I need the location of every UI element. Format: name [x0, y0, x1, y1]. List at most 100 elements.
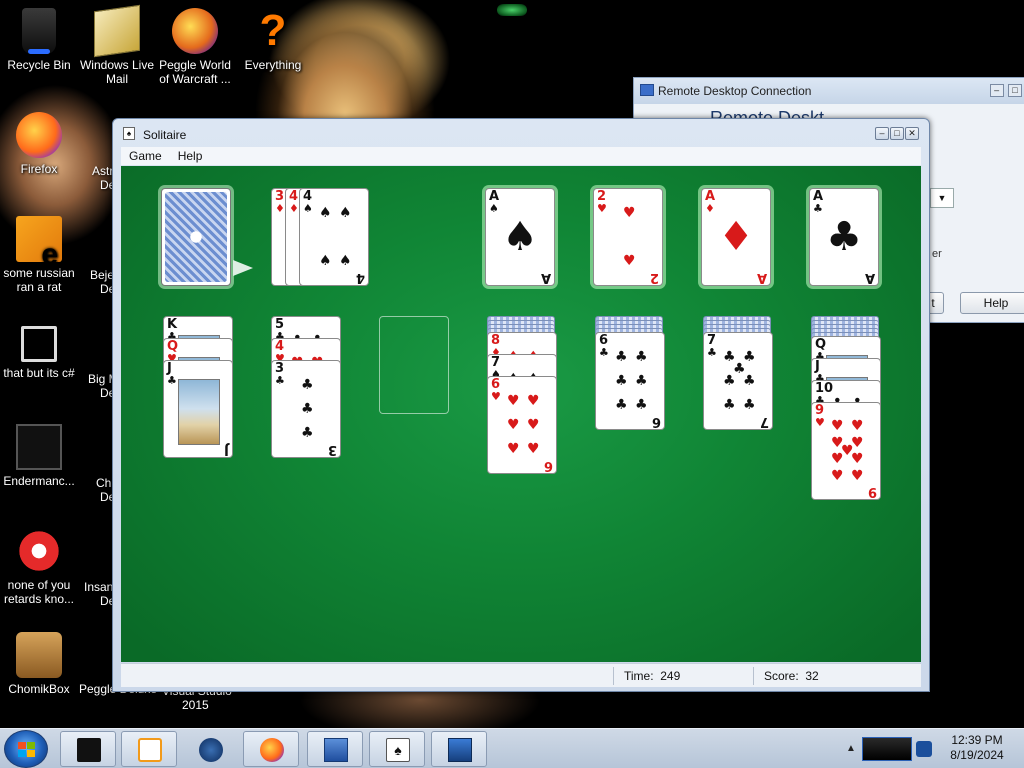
- taskbar-item-remote-desktop[interactable]: [307, 731, 363, 767]
- card-rank-bottom: 4: [355, 270, 365, 285]
- card[interactable]: 7 ♣ ♣ ♣ ♣ ♣ ♣ ♣ ♣ 7: [703, 332, 773, 430]
- card-suit: ♣: [813, 202, 823, 215]
- card-pip: ♥: [851, 417, 864, 434]
- card[interactable]: J♣J: [163, 360, 233, 458]
- card[interactable]: 2 ♥ ♥ ♥ 2: [593, 188, 663, 286]
- partial-label: Ch: [96, 476, 112, 490]
- card-pip: ♣: [301, 425, 314, 441]
- card[interactable]: 4 ♠ ♠ ♠ ♠ ♠ 4: [299, 188, 369, 286]
- show-hidden-icons-button[interactable]: ▲: [846, 743, 856, 754]
- face-card-art: [178, 379, 220, 445]
- card-suit: ♦: [705, 202, 715, 215]
- desktop-icon-endermanch[interactable]: Endermanc...: [0, 424, 78, 488]
- desktop-icon-label: Endermanc...: [3, 474, 75, 488]
- card-pip: ♥: [527, 441, 540, 457]
- empty-tableau-slot[interactable]: [379, 316, 449, 414]
- desktop-icon-mail[interactable]: Windows Live Mail: [78, 4, 156, 86]
- card-pip: ♥: [623, 253, 636, 269]
- desktop-icon-russian-rat[interactable]: some russian ran a rat: [0, 216, 78, 294]
- firefox-icon: [260, 738, 284, 762]
- window-controls: – □: [989, 82, 1022, 97]
- card[interactable]: A ♣ ♣ A: [809, 188, 879, 286]
- close-button[interactable]: ✕: [905, 127, 919, 140]
- card-pip: ♣: [635, 349, 648, 365]
- taskbar-clock[interactable]: 12:39 PM 8/19/2024: [940, 733, 1014, 763]
- remote-session-icon[interactable]: [862, 737, 912, 761]
- card-pip: ♥: [623, 205, 636, 221]
- desktop-icon-csharp[interactable]: that but its c#: [0, 320, 78, 380]
- card[interactable]: 3 ♣ ♣ ♣ ♣ 3: [271, 360, 341, 458]
- taskbar-item-network[interactable]: [431, 731, 487, 767]
- card-pips: ♥ ♥ ♥ ♥ ♥ ♥ ♥ ♥ ♥: [826, 417, 866, 485]
- menu-game[interactable]: Game: [121, 149, 170, 163]
- card-rank-bottom: 6: [543, 458, 553, 473]
- card-pip: ♥: [507, 417, 520, 433]
- help-button[interactable]: Help: [960, 292, 1024, 314]
- partial-label: Beje: [90, 268, 115, 282]
- card[interactable]: 9 ♥ ♥ ♥ ♥ ♥ ♥ ♥ ♥ ♥ ♥ 9: [811, 402, 881, 500]
- card-pips: ♠ ♠ ♠ ♠: [314, 205, 354, 269]
- partial-label: Astr: [92, 164, 114, 178]
- desktop-icon-firefox[interactable]: Firefox: [0, 112, 78, 176]
- card-pip: ♠: [319, 205, 332, 221]
- card-suit: ♥: [815, 416, 825, 429]
- card-pip: ♥: [831, 451, 844, 468]
- desktop-icon-label: Recycle Bin: [7, 58, 71, 72]
- card-pip: ♥: [831, 417, 844, 434]
- game-table[interactable]: 3♦4♦4♠♠♠♠♠4A♠♠A2♥♥♥2A♦♦AA♣♣AK♣KQ♥QJ♣J5♣♣…: [121, 166, 921, 662]
- minimize-button[interactable]: –: [989, 84, 1004, 97]
- card[interactable]: A ♠ ♠ A: [485, 188, 555, 286]
- card-pip: ♠: [319, 253, 332, 269]
- desktop-icon-everything[interactable]: ? Everything: [234, 8, 312, 73]
- solitaire-titlebar[interactable]: ♠ Solitaire – □ ✕: [113, 119, 929, 147]
- desktop-icon-retards[interactable]: none of you retards kno...: [0, 528, 78, 606]
- taskbar-item-terminal[interactable]: [60, 731, 116, 767]
- card-rank-bottom: A: [540, 270, 551, 285]
- partial-label: 2015: [182, 698, 209, 712]
- card-center-suit: ♠: [502, 214, 538, 260]
- solitaire-window[interactable]: ♠ Solitaire – □ ✕ Game Help 3 ♦ 4 ♦ 4 ♠ ♠ ♠ ♠ ♠ 4 A…: [112, 118, 930, 692]
- card[interactable]: 6 ♥ ♥ ♥ ♥ ♥ ♥ ♥ 6: [487, 376, 557, 474]
- menu-bar: Game Help: [121, 147, 921, 165]
- desktop-icon-label: some russian ran a rat: [3, 266, 75, 294]
- start-button[interactable]: [4, 730, 48, 768]
- menu-help[interactable]: Help: [170, 149, 211, 163]
- card-rank-bottom: 9: [867, 484, 877, 499]
- clock-time: 12:39 PM: [951, 733, 1003, 747]
- card[interactable]: 6 ♣ ♣ ♣ ♣ ♣ ♣ ♣ 6: [595, 332, 665, 430]
- peggle-icon: [172, 8, 218, 54]
- taskbar-item-solitaire[interactable]: ♠: [369, 731, 425, 767]
- card[interactable]: A ♦ ♦ A: [701, 188, 771, 286]
- card-suit: ♠: [303, 202, 313, 215]
- status-bar: Time: 249 Score: 32: [121, 663, 921, 687]
- maximize-button[interactable]: □: [1008, 84, 1022, 97]
- card-pip: ♣: [615, 397, 628, 413]
- remote-desktop-titlebar[interactable]: Remote Desktop Connection – □: [634, 78, 1024, 104]
- chevron-down-icon[interactable]: ▼: [930, 188, 954, 208]
- app-icon: [16, 424, 62, 470]
- minimize-button[interactable]: –: [875, 127, 889, 140]
- card-pip: ♣: [743, 373, 756, 389]
- card-rank-bottom: 6: [651, 414, 661, 429]
- desktop-icon-label: Firefox: [20, 162, 58, 176]
- taskbar-item-firefox[interactable]: [243, 731, 299, 767]
- desktop-icon-recycle-bin[interactable]: Recycle Bin: [0, 8, 78, 72]
- card-pip: ♠: [339, 205, 352, 221]
- card-pip: ♣: [723, 397, 736, 413]
- taskbar-item-media-player[interactable]: [121, 731, 177, 767]
- card-center-suit: ♣: [826, 214, 862, 260]
- network-status-icon[interactable]: [916, 741, 932, 757]
- card-center-suit: ♦: [718, 214, 754, 260]
- app-icon: [16, 528, 62, 574]
- card-pip: ♥: [507, 441, 520, 457]
- card-pip: ♥: [831, 468, 844, 485]
- card-suit: ♦: [275, 202, 285, 215]
- maximize-button[interactable]: □: [890, 127, 904, 140]
- desktop-icon-label: Peggle World of Warcraft ...: [159, 58, 231, 86]
- desktop-icon-chomikbox[interactable]: ChomikBox: [0, 632, 78, 696]
- taskbar-item-globe[interactable]: [182, 731, 238, 767]
- desktop-icon-peggle-wow[interactable]: Peggle World of Warcraft ...: [156, 8, 234, 86]
- file-icon: [16, 216, 62, 262]
- stock-pile[interactable]: [161, 188, 231, 286]
- card-pips: ♣ ♣ ♣: [286, 378, 326, 441]
